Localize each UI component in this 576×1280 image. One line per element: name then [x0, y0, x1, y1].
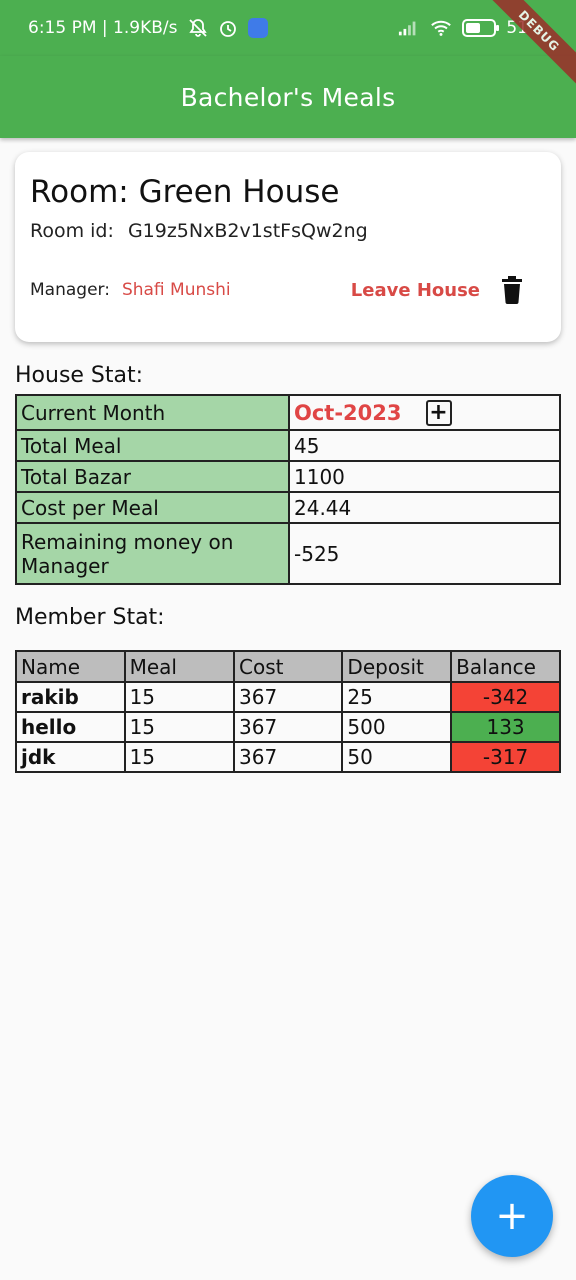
manager-row: Manager: Shafi Munshi Leave House [30, 276, 546, 304]
alarm-icon [217, 17, 239, 39]
app-notification-icon [247, 17, 269, 39]
house-stat-row: Remaining money on Manager -525 [15, 522, 561, 585]
house-stat-title: House Stat: [15, 363, 144, 388]
house-stat-label: Cost per Meal [15, 491, 290, 524]
house-stat-label: Total Bazar [15, 460, 290, 493]
house-stat-table: Current Month Oct-2023 + Total Meal 45 T… [15, 394, 561, 585]
member-cost: 367 [232, 741, 344, 773]
member-balance: -317 [450, 741, 561, 773]
mute-bell-icon [187, 17, 209, 39]
house-stat-row: Total Bazar 1100 [15, 460, 561, 493]
member-deposit: 500 [341, 711, 453, 743]
member-name: jdk [15, 741, 126, 773]
column-header: Name [15, 650, 126, 683]
current-month-value: Oct-2023 [294, 400, 402, 425]
manager-label: Manager: [30, 280, 110, 300]
house-stat-row: Current Month Oct-2023 + [15, 394, 561, 431]
table-row: hello 15 367 500 133 [15, 711, 561, 743]
add-month-icon[interactable]: + [425, 399, 452, 426]
add-fab-button[interactable]: + [471, 1175, 553, 1257]
member-meal: 15 [123, 681, 236, 713]
house-stat-value: 45 [288, 429, 561, 462]
member-meal: 15 [123, 711, 236, 743]
house-stat-value: 1100 [288, 460, 561, 493]
house-stat-value: -525 [288, 522, 561, 585]
app-bar: Bachelor's Meals [0, 56, 576, 138]
member-balance: 133 [450, 711, 561, 743]
signal-icon [398, 17, 420, 39]
member-name: rakib [15, 681, 126, 713]
table-row: rakib 15 367 25 -342 [15, 681, 561, 713]
house-stat-label: Current Month [15, 394, 290, 431]
house-stat-value: Oct-2023 + [288, 394, 561, 431]
room-title: Room: Green House [30, 174, 340, 210]
column-header: Deposit [341, 650, 453, 683]
room-card: Room: Green House Room id: G19z5NxB2v1st… [15, 152, 561, 342]
member-table-header: Name Meal Cost Deposit Balance [15, 650, 561, 683]
room-id-label: Room id: [30, 220, 114, 242]
member-stat-table: Name Meal Cost Deposit Balance rakib 15 … [15, 650, 561, 773]
house-stat-row: Cost per Meal 24.44 [15, 491, 561, 524]
table-row: jdk 15 367 50 -317 [15, 741, 561, 773]
app-title: Bachelor's Meals [180, 82, 396, 112]
manager-name: Shafi Munshi [121, 280, 231, 300]
column-header: Balance [450, 650, 561, 683]
house-stat-label: Remaining money on Manager [15, 522, 290, 585]
column-header: Cost [232, 650, 344, 683]
member-stat-title: Member Stat: [15, 605, 165, 630]
member-meal: 15 [123, 741, 236, 773]
room-id-row: Room id: G19z5NxB2v1stFsQw2ng [30, 220, 546, 242]
member-name: hello [15, 711, 126, 743]
room-id-value: G19z5NxB2v1stFsQw2ng [127, 220, 368, 242]
house-stat-label: Total Meal [15, 429, 290, 462]
battery-icon [462, 19, 500, 37]
status-bar: 6:15 PM | 1.9KB/s 51 [0, 0, 576, 56]
status-time-speed: 6:15 PM | 1.9KB/s [28, 18, 178, 38]
member-cost: 367 [232, 681, 344, 713]
member-balance: -342 [450, 681, 561, 713]
leave-house-button[interactable]: Leave House [351, 280, 480, 301]
house-stat-row: Total Meal 45 [15, 429, 561, 462]
delete-icon[interactable] [500, 276, 524, 304]
house-stat-value: 24.44 [288, 491, 561, 524]
member-deposit: 25 [341, 681, 453, 713]
column-header: Meal [123, 650, 236, 683]
wifi-icon [430, 17, 452, 39]
member-deposit: 50 [341, 741, 453, 773]
member-cost: 367 [232, 711, 344, 743]
